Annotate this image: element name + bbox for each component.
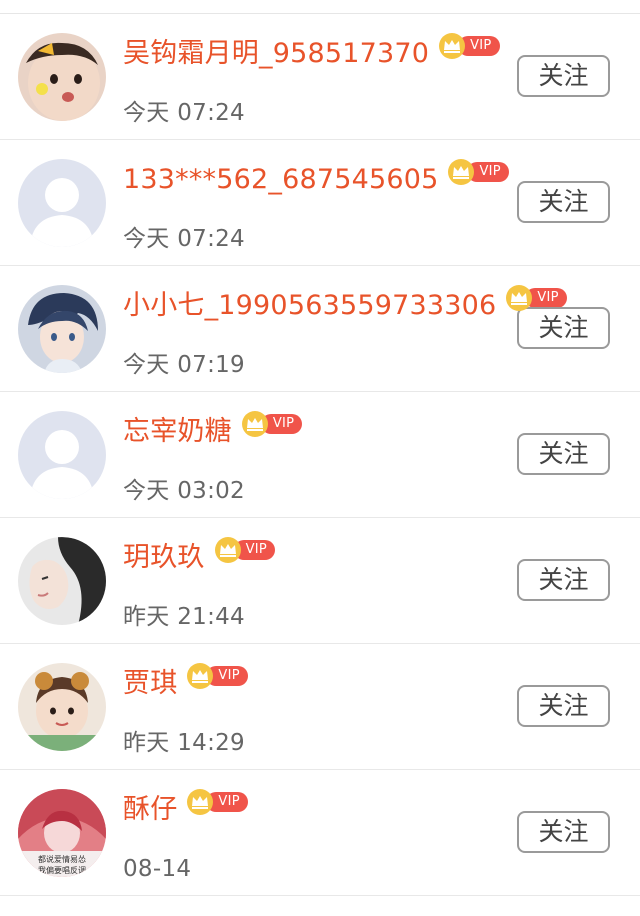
username[interactable]: 忘宰奶糖 bbox=[123, 414, 232, 450]
timestamp: 昨天 21:44 bbox=[123, 604, 245, 630]
crown-icon bbox=[187, 663, 214, 689]
crown-icon bbox=[214, 537, 241, 563]
list-item[interactable]: 玥玖玖 VIP 昨天 21:44 关注 bbox=[0, 518, 640, 644]
crown-icon bbox=[506, 285, 533, 311]
avatar[interactable] bbox=[18, 537, 106, 625]
timestamp: 今天 07:24 bbox=[123, 226, 245, 252]
username[interactable]: 贾琪 bbox=[123, 666, 177, 702]
follow-button[interactable]: 关注 bbox=[517, 811, 610, 853]
crown-icon bbox=[241, 411, 268, 437]
follow-button[interactable]: 关注 bbox=[517, 433, 610, 475]
avatar[interactable] bbox=[18, 33, 106, 121]
avatar-caption: 都说爱情易怂 bbox=[38, 854, 86, 864]
list-item[interactable]: 忘宰奶糖 VIP 今天 03:02 关注 bbox=[0, 392, 640, 518]
list-item[interactable]: 133***562_687545605 VIP 今天 07:24 关注 bbox=[0, 140, 640, 266]
avatar[interactable] bbox=[18, 285, 106, 373]
follow-button[interactable]: 关注 bbox=[517, 307, 610, 349]
username[interactable]: 酥仔 bbox=[123, 792, 177, 828]
crown-icon bbox=[187, 789, 214, 815]
crown-icon bbox=[439, 33, 466, 59]
list-item[interactable]: 贾琪 VIP 昨天 14:29 关注 bbox=[0, 644, 640, 770]
vip-badge: VIP bbox=[186, 662, 248, 690]
vip-badge: VIP bbox=[438, 32, 500, 60]
follow-button[interactable]: 关注 bbox=[517, 685, 610, 727]
username[interactable]: 133***562_687545605 bbox=[123, 162, 438, 198]
username[interactable]: 玥玖玖 bbox=[123, 540, 205, 576]
timestamp: 今天 07:19 bbox=[123, 352, 245, 378]
follow-button[interactable]: 关注 bbox=[517, 55, 610, 97]
vip-badge: VIP bbox=[214, 536, 276, 564]
avatar[interactable] bbox=[18, 159, 106, 247]
crown-icon bbox=[448, 159, 475, 185]
timestamp: 今天 03:02 bbox=[123, 478, 245, 504]
list-item[interactable]: 小小七_1990563559733306 VIP 今天 07:19 关注 bbox=[0, 266, 640, 392]
vip-badge: VIP bbox=[241, 410, 303, 438]
vip-badge: VIP bbox=[447, 158, 509, 186]
avatar-caption: 我偏要唱反调 bbox=[38, 865, 86, 875]
timestamp: 昨天 14:29 bbox=[123, 730, 245, 756]
username[interactable]: 小小七_1990563559733306 bbox=[123, 288, 496, 324]
avatar[interactable] bbox=[18, 663, 106, 751]
follow-button[interactable]: 关注 bbox=[517, 559, 610, 601]
timestamp: 今天 07:24 bbox=[123, 100, 245, 126]
avatar[interactable] bbox=[18, 411, 106, 499]
follow-button[interactable]: 关注 bbox=[517, 181, 610, 223]
avatar[interactable]: 都说爱情易怂 我偏要唱反调 bbox=[18, 789, 106, 877]
list-item[interactable]: 都说爱情易怂 我偏要唱反调 酥仔 VIP 08-14 关注 bbox=[0, 770, 640, 896]
follower-list: 吴钩霜月明_958517370 VIP 今天 07:24 关注 133***56… bbox=[0, 0, 640, 916]
vip-badge: VIP bbox=[186, 788, 248, 816]
timestamp: 08-14 bbox=[123, 856, 192, 882]
list-item[interactable]: 吴钩霜月明_958517370 VIP 今天 07:24 关注 bbox=[0, 14, 640, 140]
username[interactable]: 吴钩霜月明_958517370 bbox=[123, 36, 429, 72]
